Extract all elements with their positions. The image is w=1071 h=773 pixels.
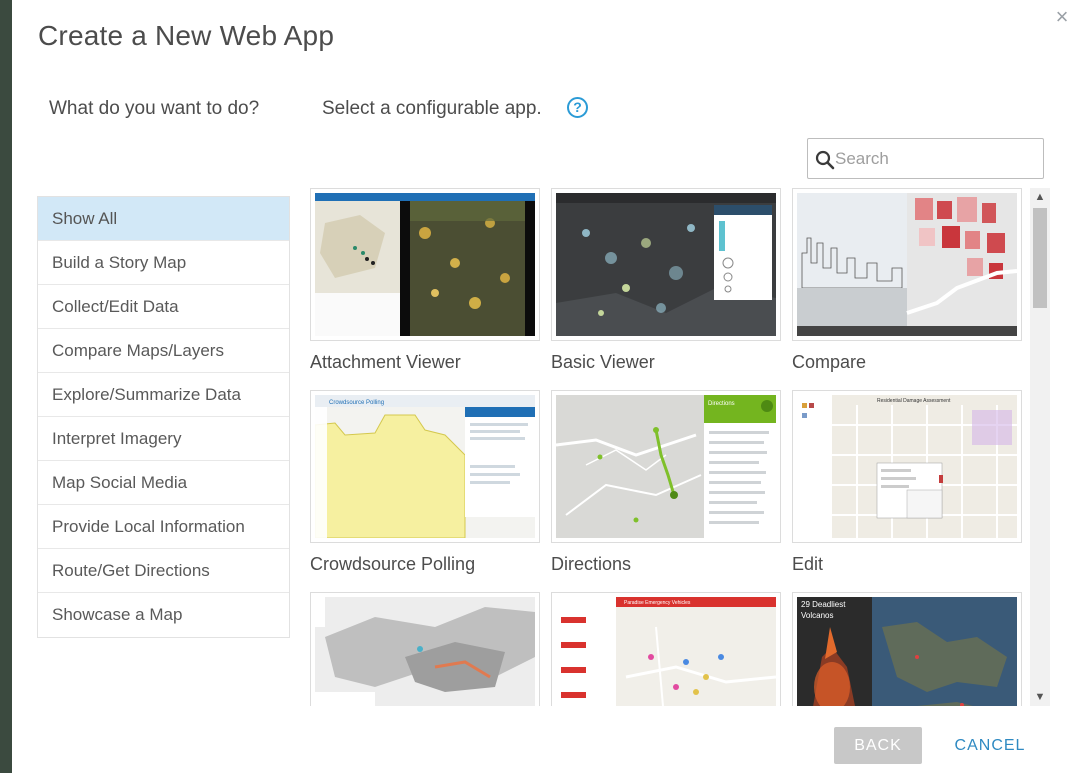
app-card-attachment-viewer[interactable]: Attachment Viewer	[310, 188, 540, 373]
scrollbar-thumb[interactable]	[1033, 208, 1047, 308]
thumb-title-line1: 29 Deadliest	[801, 600, 846, 609]
thumb-title-line2: Volcanos	[801, 611, 833, 620]
app-thumbnail	[792, 188, 1022, 341]
category-route-get-directions[interactable]: Route/Get Directions	[38, 549, 289, 593]
category-map-social-media[interactable]: Map Social Media	[38, 461, 289, 505]
app-thumbnail	[310, 592, 540, 706]
back-button[interactable]: BACK	[834, 727, 922, 764]
cancel-button[interactable]: CANCEL	[942, 727, 1038, 764]
category-provide-local-information[interactable]: Provide Local Information	[38, 505, 289, 549]
app-card-basic-viewer[interactable]: Basic Viewer	[551, 188, 781, 373]
category-show-all[interactable]: Show All	[38, 197, 289, 241]
app-thumbnail	[310, 188, 540, 341]
category-compare-maps-layers[interactable]: Compare Maps/Layers	[38, 329, 289, 373]
chevron-down-icon[interactable]: ▼	[1030, 688, 1050, 706]
category-explore-summarize-data[interactable]: Explore/Summarize Data	[38, 373, 289, 417]
thumb-header-text: Directions	[708, 401, 735, 407]
category-list: Show All Build a Story Map Collect/Edit …	[37, 196, 290, 638]
app-card-row3-1[interactable]	[310, 592, 540, 706]
search-box	[807, 138, 1044, 179]
app-thumbnail: Residential Damage Assessment	[792, 390, 1022, 543]
app-prompt: Select a configurable app.	[322, 98, 542, 119]
app-title: Crowdsource Polling	[310, 554, 476, 574]
category-prompt: What do you want to do?	[49, 98, 260, 119]
dialog-title: Create a New Web App	[38, 20, 335, 51]
app-thumbnail: Crowdsource Polling	[310, 390, 540, 543]
create-web-app-dialog: × Create a New Web App What do you want …	[12, 0, 1071, 773]
app-card-edit[interactable]: Residential Damage Assessment Edit	[792, 390, 1022, 575]
app-title: Basic Viewer	[551, 352, 655, 372]
app-card-row3-2[interactable]: Paradise Emergency Vehicles	[551, 592, 781, 706]
app-thumbnail: Paradise Emergency Vehicles	[551, 592, 781, 706]
category-showcase-map[interactable]: Showcase a Map	[38, 593, 289, 637]
app-title: Edit	[792, 554, 824, 574]
app-thumbnail: Directions	[551, 390, 781, 543]
app-card-crowdsource-polling[interactable]: Crowdsource Polling Crowdsource Polling	[310, 390, 540, 575]
thumb-header-text: Crowdsource Polling	[329, 400, 384, 406]
close-icon[interactable]: ×	[1053, 6, 1071, 28]
category-interpret-imagery[interactable]: Interpret Imagery	[38, 417, 289, 461]
search-input[interactable]	[835, 147, 1035, 171]
thumb-header-text: Residential Damage Assessment	[877, 398, 951, 404]
app-card-directions[interactable]: Directions Directions	[551, 390, 781, 575]
search-icon	[815, 150, 835, 170]
app-gallery: Attachment Viewer Basic Viewer Compare C…	[310, 188, 1030, 706]
app-thumbnail	[551, 188, 781, 341]
gallery-scrollbar[interactable]: ▲ ▼	[1030, 188, 1050, 706]
app-card-compare[interactable]: Compare	[792, 188, 1022, 373]
app-card-row3-3[interactable]: 29 Deadliest Volcanos	[792, 592, 1022, 706]
category-build-story-map[interactable]: Build a Story Map	[38, 241, 289, 285]
help-icon[interactable]: ?	[567, 97, 588, 118]
app-thumbnail: 29 Deadliest Volcanos	[792, 592, 1022, 706]
category-collect-edit-data[interactable]: Collect/Edit Data	[38, 285, 289, 329]
chevron-up-icon[interactable]: ▲	[1030, 188, 1050, 206]
app-title: Compare	[792, 352, 867, 372]
app-title: Attachment Viewer	[310, 352, 461, 372]
thumb-header-text: Paradise Emergency Vehicles	[624, 600, 691, 606]
app-title: Directions	[551, 554, 632, 574]
